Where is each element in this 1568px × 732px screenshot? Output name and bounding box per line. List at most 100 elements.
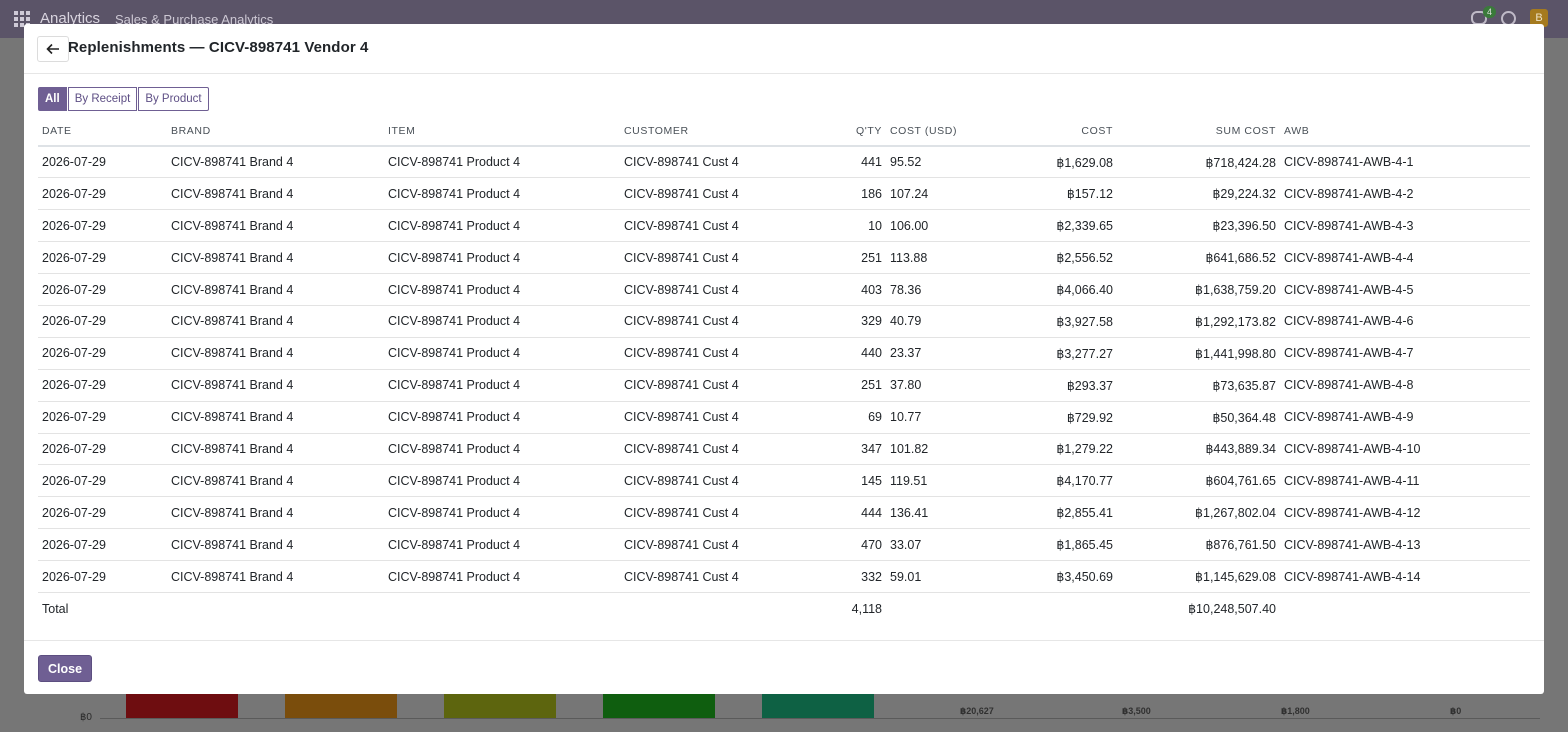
table-row[interactable]: 2026-07-29 CICV-898741 Brand 4 CICV-898741… <box>38 337 1530 370</box>
cell-qty: 441 <box>810 146 886 179</box>
background-value: ฿20,627 <box>960 706 994 716</box>
cell-item: CICV-898741 Product 4 <box>384 464 620 498</box>
cell-sum-cost: ฿604,761.65 <box>1117 464 1280 498</box>
tab-by-product[interactable]: By Product <box>138 87 209 111</box>
table-row[interactable]: 2026-07-29 CICV-898741 Brand 4 CICV-898741… <box>38 560 1530 593</box>
cell-awb: CICV-898741-AWB-4-5 <box>1280 273 1530 306</box>
column-header-sum-cost[interactable]: SUM COST <box>1117 117 1280 147</box>
cell-item: CICV-898741 Product 4 <box>384 337 620 370</box>
cell-item: CICV-898741 Product 4 <box>384 209 620 243</box>
cell-qty: 329 <box>810 305 886 338</box>
background-bar <box>126 694 238 718</box>
cell-date: 2026-07-29 <box>38 241 167 275</box>
cell-cost-usd: 107.24 <box>886 177 1011 211</box>
column-header-cost-usd[interactable]: COST (USD) <box>886 117 1011 147</box>
cell-cost: ฿2,339.65 <box>1011 209 1117 243</box>
cell-brand: CICV-898741 Brand 4 <box>167 496 384 530</box>
cell-date: 2026-07-29 <box>38 337 167 370</box>
cell-date: 2026-07-29 <box>38 496 167 530</box>
cell-cost: ฿4,170.77 <box>1011 464 1117 498</box>
close-button[interactable]: Close <box>38 655 93 682</box>
dialog-title: Replenishments — CICV-898741 Vendor 4 <box>68 39 369 56</box>
table-row[interactable]: 2026-07-29 CICV-898741 Brand 4 CICV-898741… <box>38 369 1530 402</box>
column-header-item[interactable]: ITEM <box>384 117 620 147</box>
table-row[interactable]: 2026-07-29 CICV-898741 Brand 4 CICV-898741… <box>38 464 1530 498</box>
cell-date: 2026-07-29 <box>38 146 167 179</box>
table-row[interactable]: 2026-07-29 CICV-898741 Brand 4 CICV-898741… <box>38 401 1530 434</box>
cell-qty: 470 <box>810 528 886 562</box>
cell-brand: CICV-898741 Brand 4 <box>167 401 384 434</box>
cell-sum-cost: ฿73,635.87 <box>1117 369 1280 402</box>
tab-by-receipt[interactable]: By Receipt <box>67 87 138 111</box>
table-row[interactable]: 2026-07-29 CICV-898741 Brand 4 CICV-898741… <box>38 433 1530 466</box>
table-row[interactable]: 2026-07-29 CICV-898741 Brand 4 CICV-898741… <box>38 305 1530 338</box>
cell-cost: ฿3,927.58 <box>1011 305 1117 338</box>
cell-date: 2026-07-29 <box>38 273 167 306</box>
column-header-qty[interactable]: Q'TY <box>810 117 886 147</box>
cell-cost: ฿1,629.08 <box>1011 146 1117 179</box>
cell-date: 2026-07-29 <box>38 464 167 498</box>
background-y-label: ฿0 <box>80 712 92 723</box>
cell-item: CICV-898741 Product 4 <box>384 273 620 306</box>
view-tabs: All By Receipt By Product <box>38 87 210 111</box>
table-row[interactable]: 2026-07-29 CICV-898741 Brand 4 CICV-898741… <box>38 146 1530 179</box>
chat-icon[interactable]: 4 <box>1471 6 1497 25</box>
table-row[interactable]: 2026-07-29 CICV-898741 Brand 4 CICV-898741… <box>38 273 1530 306</box>
background-value: ฿1,800 <box>1281 706 1310 716</box>
cell-qty: 251 <box>810 241 886 275</box>
column-header-brand[interactable]: BRAND <box>167 117 384 147</box>
cell-cost-usd: 113.88 <box>886 241 1011 275</box>
cell-sum-cost: ฿1,145,629.08 <box>1117 560 1280 593</box>
cell-item: CICV-898741 Product 4 <box>384 177 620 211</box>
cell-qty: 440 <box>810 337 886 370</box>
cell-awb: CICV-898741-AWB-4-8 <box>1280 369 1530 402</box>
cell-cost-usd: 106.00 <box>886 209 1011 243</box>
cell-brand: CICV-898741 Brand 4 <box>167 273 384 306</box>
cell-awb: CICV-898741-AWB-4-10 <box>1280 433 1530 466</box>
cell-cost: ฿4,066.40 <box>1011 273 1117 306</box>
cell-cost: ฿157.12 <box>1011 177 1117 211</box>
cell-qty: 145 <box>810 464 886 498</box>
cell-cost-usd: 23.37 <box>886 337 1011 370</box>
cell-item: CICV-898741 Product 4 <box>384 305 620 338</box>
background-bar <box>285 694 397 718</box>
column-header-awb[interactable]: AWB <box>1280 117 1530 147</box>
column-header-cost[interactable]: COST <box>1011 117 1117 147</box>
cell-sum-cost: ฿29,224.32 <box>1117 177 1280 211</box>
cell-date: 2026-07-29 <box>38 433 167 466</box>
cell-sum-cost: ฿1,638,759.20 <box>1117 273 1280 306</box>
back-button[interactable] <box>37 36 69 62</box>
cell-item: CICV-898741 Product 4 <box>384 528 620 562</box>
cell-item: CICV-898741 Product 4 <box>384 433 620 466</box>
replenishments-table: DATE BRAND ITEM CUSTOMER Q'TY COST (USD)… <box>38 117 1530 624</box>
total-row: Total 4,118 ฿10,248,507.40 <box>38 592 1530 624</box>
table-row[interactable]: 2026-07-29 CICV-898741 Brand 4 CICV-898741… <box>38 496 1530 530</box>
cell-sum-cost: ฿641,686.52 <box>1117 241 1280 275</box>
cell-cost: ฿293.37 <box>1011 369 1117 402</box>
cell-qty: 69 <box>810 401 886 434</box>
tab-all[interactable]: All <box>38 87 67 111</box>
cell-cost: ฿3,450.69 <box>1011 560 1117 593</box>
total-qty: 4,118 <box>851 601 882 616</box>
cell-awb: CICV-898741-AWB-4-6 <box>1280 305 1530 338</box>
cell-customer: CICV-898741 Cust 4 <box>620 146 810 179</box>
cell-brand: CICV-898741 Brand 4 <box>167 433 384 466</box>
table-row[interactable]: 2026-07-29 CICV-898741 Brand 4 CICV-898741… <box>38 528 1530 562</box>
background-bar <box>444 694 556 718</box>
column-header-customer[interactable]: CUSTOMER <box>620 117 810 147</box>
column-header-date[interactable]: DATE <box>38 117 167 147</box>
cell-brand: CICV-898741 Brand 4 <box>167 528 384 562</box>
cell-cost-usd: 95.52 <box>886 146 1011 179</box>
table-row[interactable]: 2026-07-29 CICV-898741 Brand 4 CICV-898741… <box>38 177 1530 211</box>
cell-customer: CICV-898741 Cust 4 <box>620 305 810 338</box>
cell-awb: CICV-898741-AWB-4-9 <box>1280 401 1530 434</box>
cell-awb: CICV-898741-AWB-4-3 <box>1280 209 1530 243</box>
cell-item: CICV-898741 Product 4 <box>384 241 620 275</box>
cell-qty: 444 <box>810 496 886 530</box>
table-row[interactable]: 2026-07-29 CICV-898741 Brand 4 CICV-898741… <box>38 209 1530 243</box>
cell-qty: 347 <box>810 433 886 466</box>
cell-cost-usd: 136.41 <box>886 496 1011 530</box>
cell-awb: CICV-898741-AWB-4-4 <box>1280 241 1530 275</box>
cell-qty: 186 <box>810 177 886 211</box>
table-row[interactable]: 2026-07-29 CICV-898741 Brand 4 CICV-898741… <box>38 241 1530 275</box>
